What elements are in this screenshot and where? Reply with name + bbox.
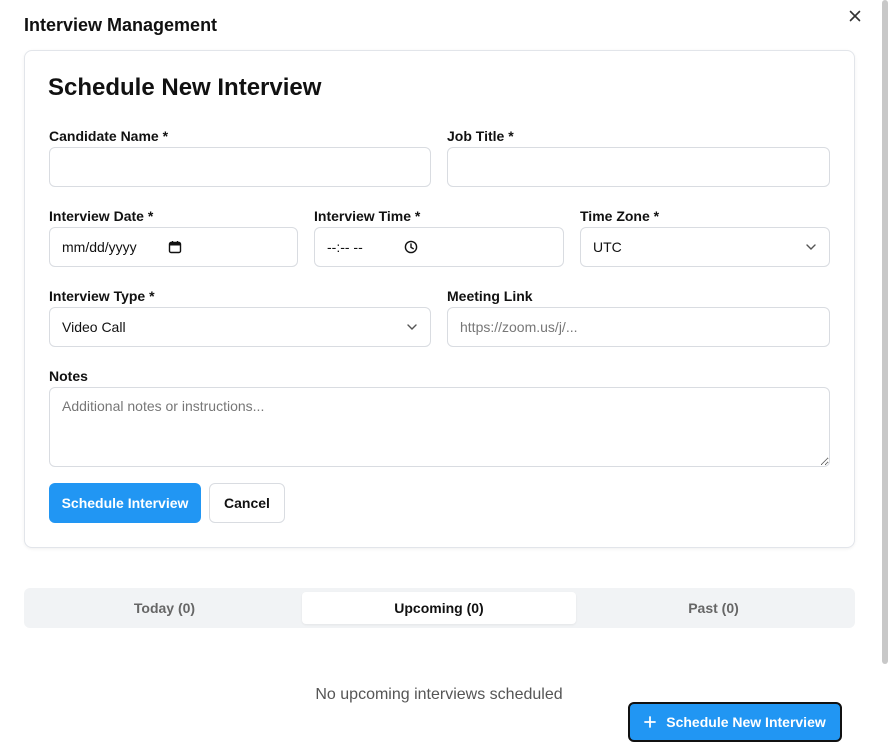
interview-tabs: Today (0) Upcoming (0) Past (0) [24, 588, 855, 628]
candidate-name-input[interactable] [62, 148, 418, 186]
tab-past[interactable]: Past (0) [577, 592, 850, 624]
meeting-link-field[interactable] [447, 307, 830, 347]
time-zone-select[interactable]: UTC [580, 227, 830, 267]
interview-type-select[interactable]: Video Call [49, 307, 431, 347]
notes-label: Notes [49, 368, 88, 384]
tab-upcoming[interactable]: Upcoming (0) [302, 592, 576, 624]
close-icon [849, 10, 861, 22]
time-zone-label: Time Zone * [580, 208, 660, 224]
schedule-new-interview-button[interactable]: Schedule New Interview [628, 702, 842, 742]
chevron-down-icon [406, 321, 418, 333]
calendar-icon[interactable] [168, 240, 182, 254]
time-zone-value: UTC [593, 239, 622, 255]
interview-date-field[interactable]: mm/dd/yyyy [49, 227, 298, 267]
job-title-input[interactable] [460, 148, 817, 186]
job-title-label: Job Title * [447, 128, 514, 144]
interview-time-label: Interview Time * [314, 208, 421, 224]
interview-time-field[interactable]: --:-- -- [314, 227, 564, 267]
form-title: Schedule New Interview [48, 74, 322, 101]
interview-type-value: Video Call [62, 319, 126, 335]
interview-time-value: --:-- -- [327, 239, 363, 255]
close-button[interactable] [846, 7, 864, 25]
plus-icon [644, 716, 657, 728]
schedule-new-interview-label: Schedule New Interview [666, 714, 826, 730]
interview-date-value: mm/dd/yyyy [62, 239, 137, 255]
cancel-button[interactable]: Cancel [209, 483, 285, 523]
tab-today[interactable]: Today (0) [28, 592, 301, 624]
notes-textarea[interactable] [49, 387, 830, 467]
schedule-interview-button[interactable]: Schedule Interview [49, 483, 201, 523]
interview-type-label: Interview Type * [49, 288, 155, 304]
clock-icon[interactable] [404, 240, 418, 254]
candidate-name-field[interactable] [49, 147, 431, 187]
chevron-down-icon [805, 241, 817, 253]
scrollbar[interactable] [882, 0, 888, 664]
candidate-name-label: Candidate Name * [49, 128, 169, 144]
interview-date-label: Interview Date * [49, 208, 154, 224]
app-title: Interview Management [24, 15, 218, 35]
meeting-link-input[interactable] [460, 308, 817, 346]
meeting-link-label: Meeting Link [447, 288, 533, 304]
job-title-field[interactable] [447, 147, 830, 187]
